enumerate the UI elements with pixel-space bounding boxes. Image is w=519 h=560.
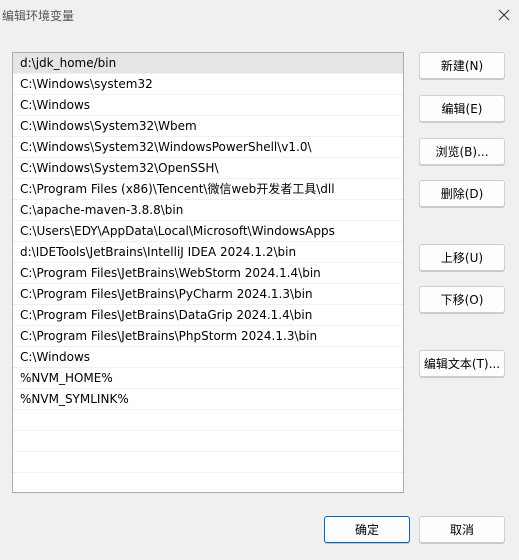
- path-list-item[interactable]: C:\Windows\System32\WindowsPowerShell\v1…: [13, 137, 403, 158]
- path-list-item[interactable]: C:\Program Files\JetBrains\DataGrip 2024…: [13, 305, 403, 326]
- path-list-empty-row[interactable]: [13, 431, 403, 452]
- cancel-button[interactable]: 取消: [419, 516, 505, 543]
- path-list-item[interactable]: d:\jdk_home/bin: [13, 53, 403, 74]
- close-icon: [498, 9, 510, 21]
- path-list-item[interactable]: C:\Windows\System32\Wbem: [13, 116, 403, 137]
- path-list-item[interactable]: %NVM_SYMLINK%: [13, 389, 403, 410]
- ok-button[interactable]: 确定: [324, 516, 410, 543]
- path-list-item[interactable]: C:\Program Files\JetBrains\WebStorm 2024…: [13, 263, 403, 284]
- path-list-item[interactable]: C:\Program Files\JetBrains\PhpStorm 2024…: [13, 326, 403, 347]
- path-list-item[interactable]: %NVM_HOME%: [13, 368, 403, 389]
- path-list-item[interactable]: C:\Windows\System32\OpenSSH\: [13, 158, 403, 179]
- path-list-item[interactable]: C:\Program Files (x86)\Tencent\微信web开发者工…: [13, 179, 403, 200]
- delete-button[interactable]: 删除(D): [419, 180, 505, 207]
- path-list-empty-row[interactable]: [13, 452, 403, 473]
- edit-button[interactable]: 编辑(E): [419, 95, 505, 122]
- move-down-button[interactable]: 下移(O): [419, 286, 505, 313]
- dialog-title: 编辑环境变量: [2, 9, 75, 23]
- path-list-item[interactable]: d:\IDETools\JetBrains\IntelliJ IDEA 2024…: [13, 242, 403, 263]
- path-list[interactable]: d:\jdk_home/bin C:\Windows\system32 C:\Win…: [12, 52, 404, 493]
- edit-text-button[interactable]: 编辑文本(T)...: [419, 350, 505, 377]
- title-bar: 编辑环境变量: [0, 0, 519, 30]
- path-list-item[interactable]: C:\Users\EDY\AppData\Local\Microsoft\Win…: [13, 221, 403, 242]
- path-list-empty-row[interactable]: [13, 473, 403, 492]
- path-list-item[interactable]: C:\Program Files\JetBrains\PyCharm 2024.…: [13, 284, 403, 305]
- path-list-empty-row[interactable]: [13, 410, 403, 431]
- path-list-item[interactable]: C:\apache-maven-3.8.8\bin: [13, 200, 403, 221]
- path-list-item[interactable]: C:\Windows: [13, 95, 403, 116]
- new-button[interactable]: 新建(N): [419, 52, 505, 79]
- close-button[interactable]: [489, 0, 519, 30]
- edit-env-variable-dialog: 编辑环境变量 d:\jdk_home/bin C:\Windows\system3…: [0, 0, 519, 560]
- path-list-item[interactable]: C:\Windows: [13, 347, 403, 368]
- path-list-item[interactable]: C:\Windows\system32: [13, 74, 403, 95]
- browse-button[interactable]: 浏览(B)...: [419, 138, 505, 165]
- move-up-button[interactable]: 上移(U): [419, 244, 505, 271]
